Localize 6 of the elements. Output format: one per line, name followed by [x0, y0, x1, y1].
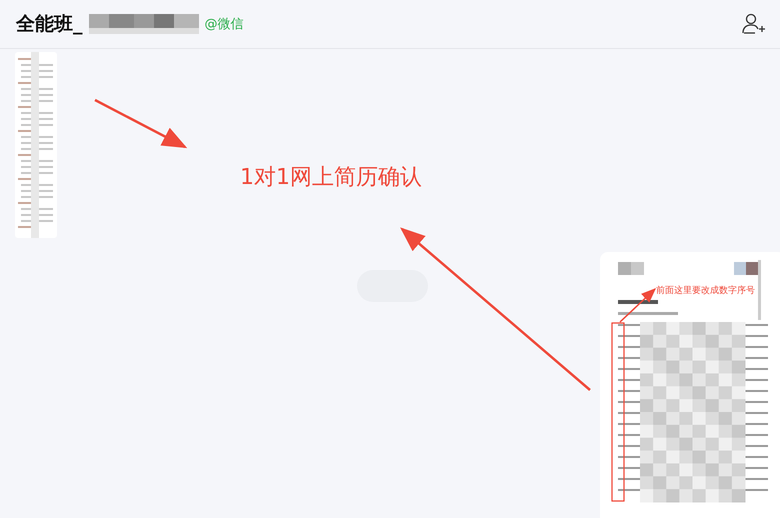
chat-title: 全能班_ — [16, 12, 82, 37]
mention-text: @微信 — [204, 16, 244, 33]
annotation-note: 前面这里要改成数字序号 — [656, 284, 755, 297]
add-member-icon[interactable] — [742, 13, 766, 35]
annotation-text: 1对1网上简历确认 — [240, 164, 422, 192]
annotation-arrow — [619, 288, 656, 323]
